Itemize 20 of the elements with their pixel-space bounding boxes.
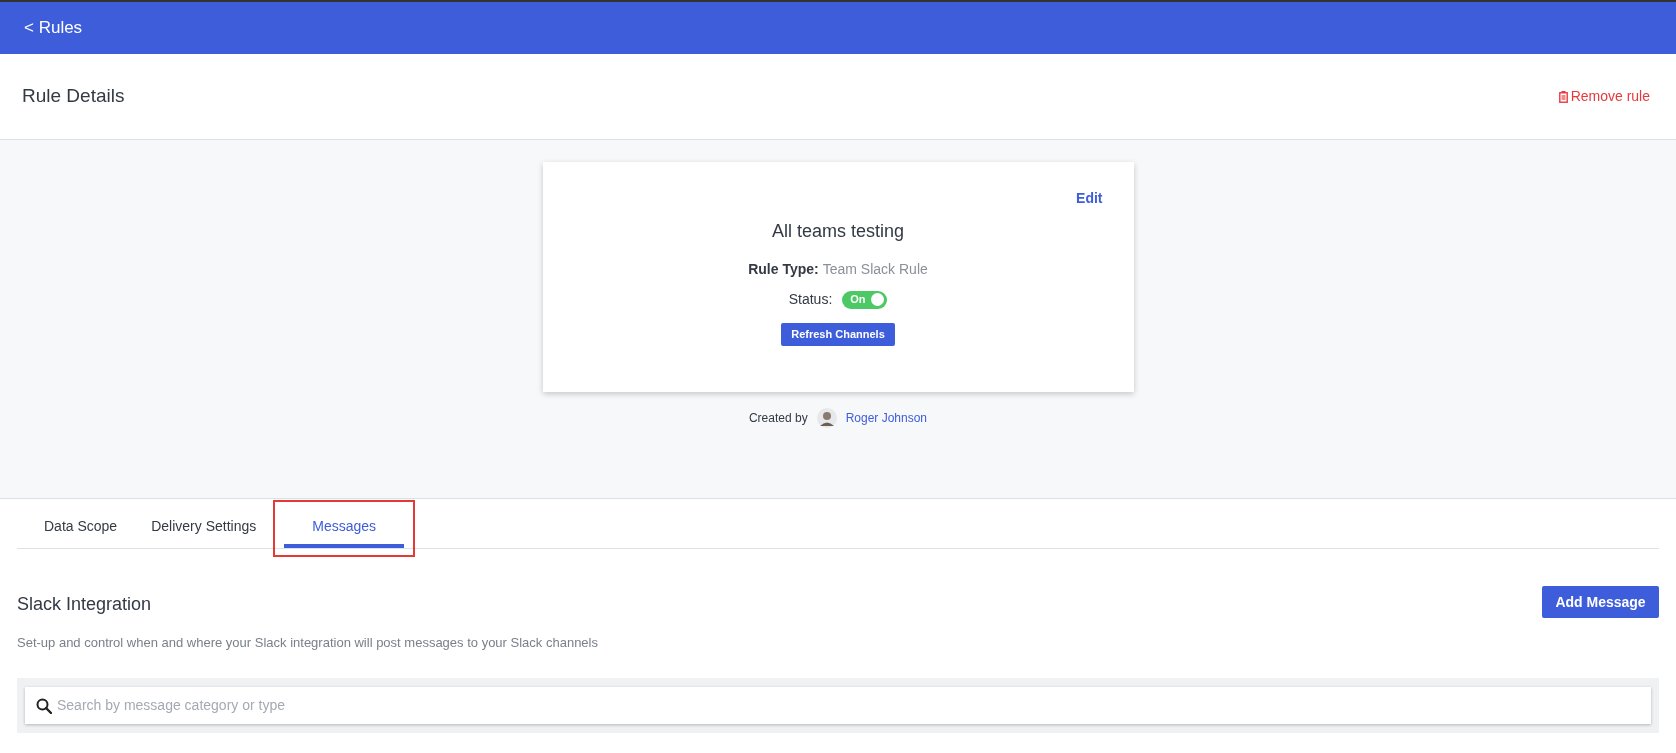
refresh-channels-button[interactable]: Refresh Channels xyxy=(781,323,895,346)
search-field[interactable]: Search by message category or type xyxy=(25,686,1651,724)
back-link[interactable]: < Rules xyxy=(24,15,83,41)
edit-link[interactable]: Edit xyxy=(1076,188,1103,209)
trash-icon xyxy=(1558,90,1568,103)
add-message-button[interactable]: Add Message xyxy=(1542,586,1659,618)
avatar-icon xyxy=(816,408,837,428)
status-label: Status: xyxy=(788,290,833,309)
tab[interactable]: Messages xyxy=(284,509,405,548)
section-title: Slack Integration xyxy=(17,593,153,616)
remove-rule-button[interactable]: Remove rule xyxy=(1558,86,1650,107)
section-description: Set-up and control when and where your Slack integration will post messages to your Slack channels xyxy=(17,634,598,652)
tab[interactable]: Data Scope xyxy=(27,509,135,548)
author-link[interactable]: Roger Johnson xyxy=(845,409,928,427)
page-title: Rule Details xyxy=(22,84,125,109)
rule-type-label: Rule Type: xyxy=(748,260,819,279)
rule-type-value: Team Slack Rule xyxy=(822,260,928,279)
created-by-label: Created by xyxy=(748,410,808,427)
tab[interactable]: Delivery Settings xyxy=(134,509,274,548)
rule-name: All teams testing xyxy=(771,220,905,243)
